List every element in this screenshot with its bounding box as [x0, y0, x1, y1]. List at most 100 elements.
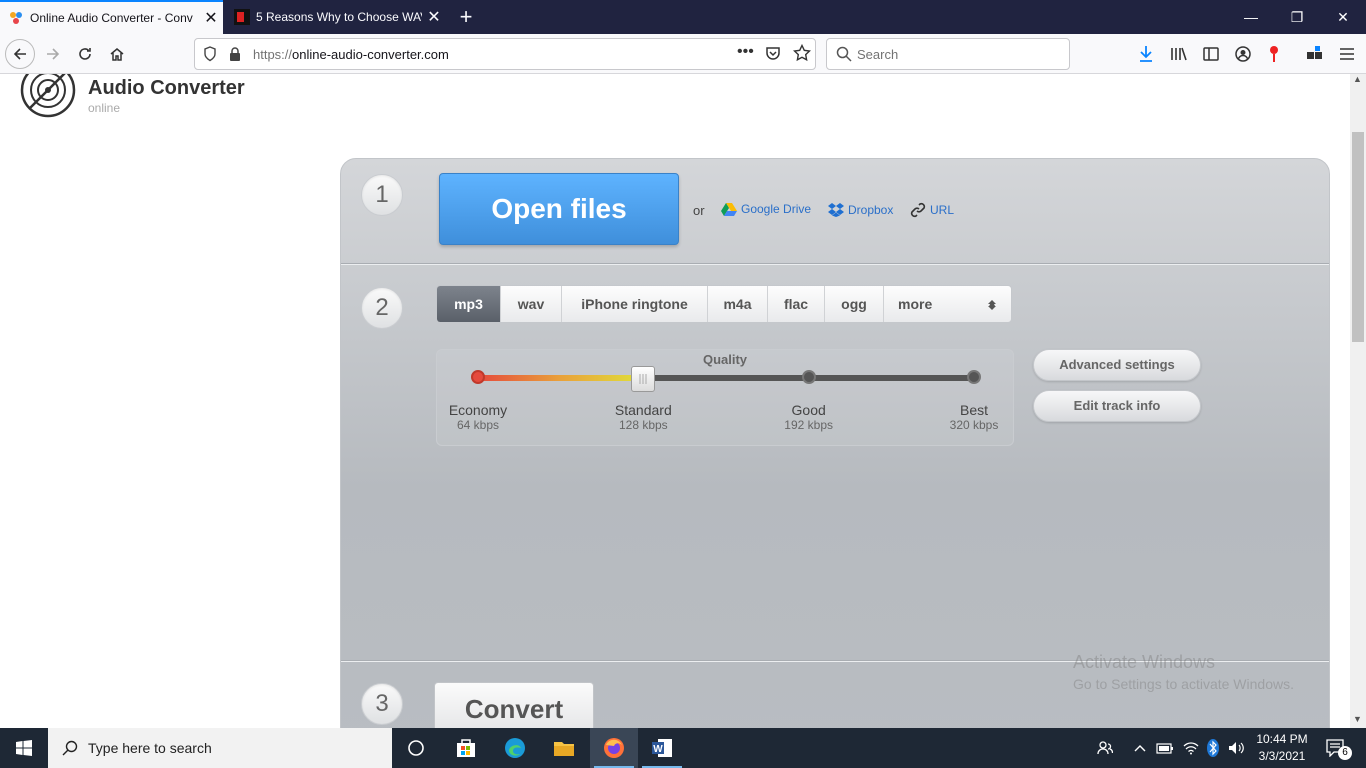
- task-view-icon[interactable]: [392, 728, 440, 768]
- chain-link-icon: [910, 202, 926, 218]
- notification-count-badge: 6: [1338, 746, 1352, 760]
- or-separator: or: [693, 203, 705, 218]
- clock-time: 10:44 PM: [1256, 732, 1308, 746]
- show-hidden-icons-chevron-icon[interactable]: [1130, 728, 1150, 768]
- scroll-down-arrow-icon[interactable]: ▼: [1353, 714, 1362, 724]
- search-icon: [62, 740, 78, 761]
- extension-pin-icon[interactable]: [1259, 39, 1289, 69]
- bookmark-star-icon[interactable]: [792, 43, 812, 67]
- format-wav[interactable]: wav: [501, 286, 562, 322]
- scrollbar-thumb[interactable]: [1352, 132, 1364, 342]
- step-2-number: 2: [361, 287, 403, 329]
- quality-stop-best[interactable]: [967, 370, 981, 384]
- file-explorer-icon[interactable]: [540, 728, 588, 768]
- dropbox-icon: [828, 203, 844, 217]
- account-icon[interactable]: [1228, 39, 1258, 69]
- firefox-taskbar-icon[interactable]: [590, 728, 638, 768]
- quality-stop-good[interactable]: [801, 370, 816, 384]
- page-scrollbar[interactable]: ▲ ▼: [1350, 74, 1366, 728]
- volume-icon[interactable]: [1225, 728, 1249, 768]
- battery-icon[interactable]: [1154, 728, 1176, 768]
- navigation-toolbar: https://online-audio-converter.com ••• S…: [0, 34, 1366, 74]
- quality-label: Quality: [702, 352, 748, 367]
- quality-good-label: Good: [791, 402, 826, 418]
- reload-icon[interactable]: [70, 39, 100, 69]
- format-more-dropdown[interactable]: more ▲: [884, 286, 1011, 322]
- taskbar-search-placeholder: Type here to search: [88, 740, 212, 756]
- restore-icon[interactable]: ❐: [1274, 0, 1320, 34]
- hamburger-menu-icon[interactable]: [1332, 39, 1362, 69]
- pocket-icon[interactable]: [765, 45, 781, 66]
- tab-close-icon[interactable]: ✕: [422, 7, 446, 27]
- back-arrow-icon[interactable]: [5, 39, 35, 69]
- format-iphone-ringtone[interactable]: iPhone ringtone: [562, 286, 708, 322]
- windows-start-icon[interactable]: [0, 728, 48, 768]
- format-ogg[interactable]: ogg: [825, 286, 884, 322]
- edge-browser-icon[interactable]: [491, 728, 539, 768]
- tab-online-audio-converter[interactable]: Online Audio Converter - Conv ✕: [0, 0, 223, 34]
- format-m4a[interactable]: m4a: [708, 286, 768, 322]
- url-label: URL: [930, 203, 955, 217]
- quality-slider-track[interactable]: [478, 375, 974, 381]
- people-icon[interactable]: [1092, 728, 1118, 768]
- format-selector: mp3 wav iPhone ringtone m4a flac ogg mor…: [436, 285, 1012, 323]
- url-bar[interactable]: https://online-audio-converter.com •••: [194, 38, 816, 70]
- step-divider: [341, 263, 1329, 265]
- new-tab-plus-icon[interactable]: +: [452, 4, 480, 30]
- search-icon: [836, 46, 852, 67]
- logo-title[interactable]: Audio Converter: [88, 77, 245, 100]
- google-drive-icon: [721, 203, 737, 216]
- format-mp3[interactable]: mp3: [437, 286, 501, 322]
- quality-economy-label: Economy: [448, 402, 508, 418]
- format-flac[interactable]: flac: [768, 286, 825, 322]
- extensions-icon[interactable]: [1300, 39, 1330, 69]
- padlock-icon[interactable]: [229, 46, 241, 67]
- home-icon[interactable]: [102, 39, 132, 69]
- tab-close-icon[interactable]: ✕: [199, 8, 223, 28]
- convert-button[interactable]: Convert: [434, 682, 594, 728]
- dropbox-link[interactable]: Dropbox: [828, 202, 893, 217]
- site-favicon-icon: [234, 9, 250, 25]
- taskbar-search-box[interactable]: Type here to search: [48, 728, 392, 768]
- sort-arrows-icon: [988, 300, 996, 310]
- bluetooth-icon[interactable]: [1203, 728, 1223, 768]
- audio-converter-favicon-icon: [10, 12, 22, 24]
- microsoft-store-icon[interactable]: [442, 728, 490, 768]
- search-bar[interactable]: Search: [826, 38, 1070, 70]
- search-placeholder: Search: [857, 47, 899, 62]
- advanced-settings-button[interactable]: Advanced settings: [1033, 349, 1201, 381]
- url-link[interactable]: URL: [910, 202, 954, 218]
- url-scheme: https://: [253, 47, 293, 62]
- tab-five-reasons-wav[interactable]: 5 Reasons Why to Choose WAV ✕: [226, 0, 446, 34]
- clock-date: 3/3/2021: [1258, 749, 1306, 763]
- page-actions-menu-icon[interactable]: •••: [737, 43, 754, 61]
- quality-stop-economy[interactable]: [471, 370, 485, 384]
- edit-track-info-button[interactable]: Edit track info: [1033, 390, 1201, 422]
- sidebar-icon[interactable]: [1196, 39, 1226, 69]
- quality-standard-label: Standard: [614, 402, 672, 418]
- minimize-icon[interactable]: —: [1228, 0, 1274, 34]
- system-clock[interactable]: 10:44 PM 3/3/2021: [1252, 731, 1312, 765]
- windows-taskbar: Type here to search W 10:44 PM 3/3/2021: [0, 728, 1366, 768]
- tab-title: 5 Reasons Why to Choose WAV: [256, 10, 422, 24]
- step-1-number: 1: [361, 174, 403, 216]
- wifi-icon[interactable]: [1180, 728, 1202, 768]
- downloads-icon[interactable]: [1131, 39, 1161, 69]
- close-window-icon[interactable]: ✕: [1320, 0, 1366, 34]
- library-icon[interactable]: [1164, 39, 1194, 69]
- action-center-icon[interactable]: 6: [1318, 728, 1354, 768]
- quality-slider-handle[interactable]: [631, 366, 656, 392]
- google-drive-link[interactable]: Google Drive: [721, 202, 811, 216]
- grip-lines-icon: [639, 374, 647, 384]
- tab-strip: Online Audio Converter - Conv ✕ 5 Reason…: [0, 0, 1366, 34]
- converter-panel: 1 Open files or Google Drive Dropbox URL…: [340, 158, 1330, 728]
- forward-arrow-icon[interactable]: [38, 39, 68, 69]
- scroll-up-arrow-icon[interactable]: ▲: [1353, 74, 1362, 84]
- word-taskbar-icon[interactable]: W: [638, 728, 686, 768]
- svg-text:W: W: [653, 744, 663, 755]
- quality-best-label: Best: [959, 402, 988, 418]
- logo-subtitle: online: [88, 101, 121, 115]
- open-files-button[interactable]: Open files: [439, 173, 679, 245]
- tracking-shield-icon[interactable]: [203, 46, 217, 67]
- quality-economy-rate: 64 kbps: [456, 418, 500, 432]
